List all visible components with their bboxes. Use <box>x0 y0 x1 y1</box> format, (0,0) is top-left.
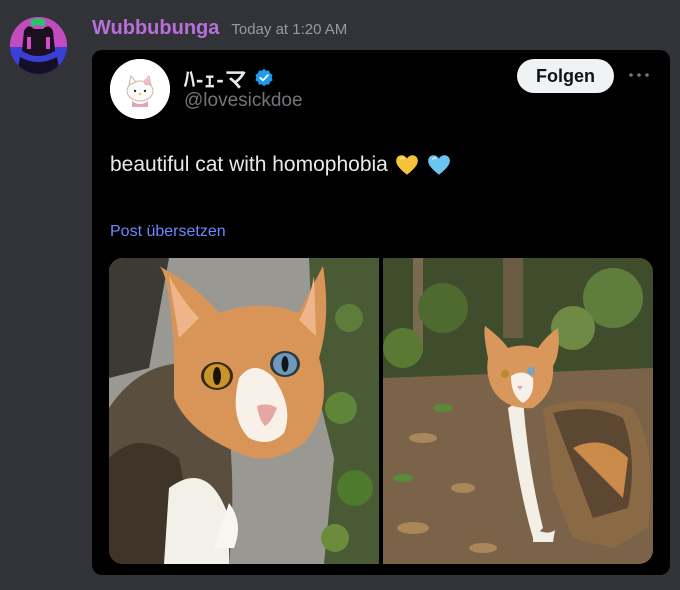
verified-badge-icon <box>255 68 273 87</box>
twitter-handle[interactable]: @lovesickdoe <box>184 90 303 112</box>
twitter-author-avatar[interactable] <box>110 59 170 119</box>
avatar-creature-icon <box>10 17 67 74</box>
translate-post-link[interactable]: Post übersetzen <box>110 223 226 241</box>
media-gallery <box>109 258 653 564</box>
tweet-text: beautiful cat with homophobia <box>110 152 452 178</box>
cat-closeup-photo <box>109 258 379 564</box>
tweet-text-content: beautiful cat with homophobia <box>110 153 388 176</box>
cat-in-leaves-photo <box>383 258 653 564</box>
message-timestamp[interactable]: Today at 1:20 AM <box>231 21 347 38</box>
message-header: Wubbubunga Today at 1:20 AM <box>92 17 347 47</box>
twitter-embed: ﾊ-ｪ-マ @lovesickdoe Folgen beautiful cat … <box>92 50 670 575</box>
discord-message: Wubbubunga Today at 1:20 AM ﾊ-ｪ-マ @loves… <box>0 0 680 590</box>
username[interactable]: Wubbubunga <box>92 17 219 40</box>
tweet-image-2[interactable] <box>383 258 653 564</box>
follow-button[interactable]: Folgen <box>517 59 614 93</box>
user-avatar[interactable] <box>10 17 67 74</box>
hello-kitty-icon <box>110 59 170 119</box>
tweet-image-1[interactable] <box>109 258 379 564</box>
yellow-heart-icon <box>396 155 418 175</box>
light-blue-heart-icon <box>428 155 450 175</box>
more-options-icon[interactable] <box>627 67 651 83</box>
